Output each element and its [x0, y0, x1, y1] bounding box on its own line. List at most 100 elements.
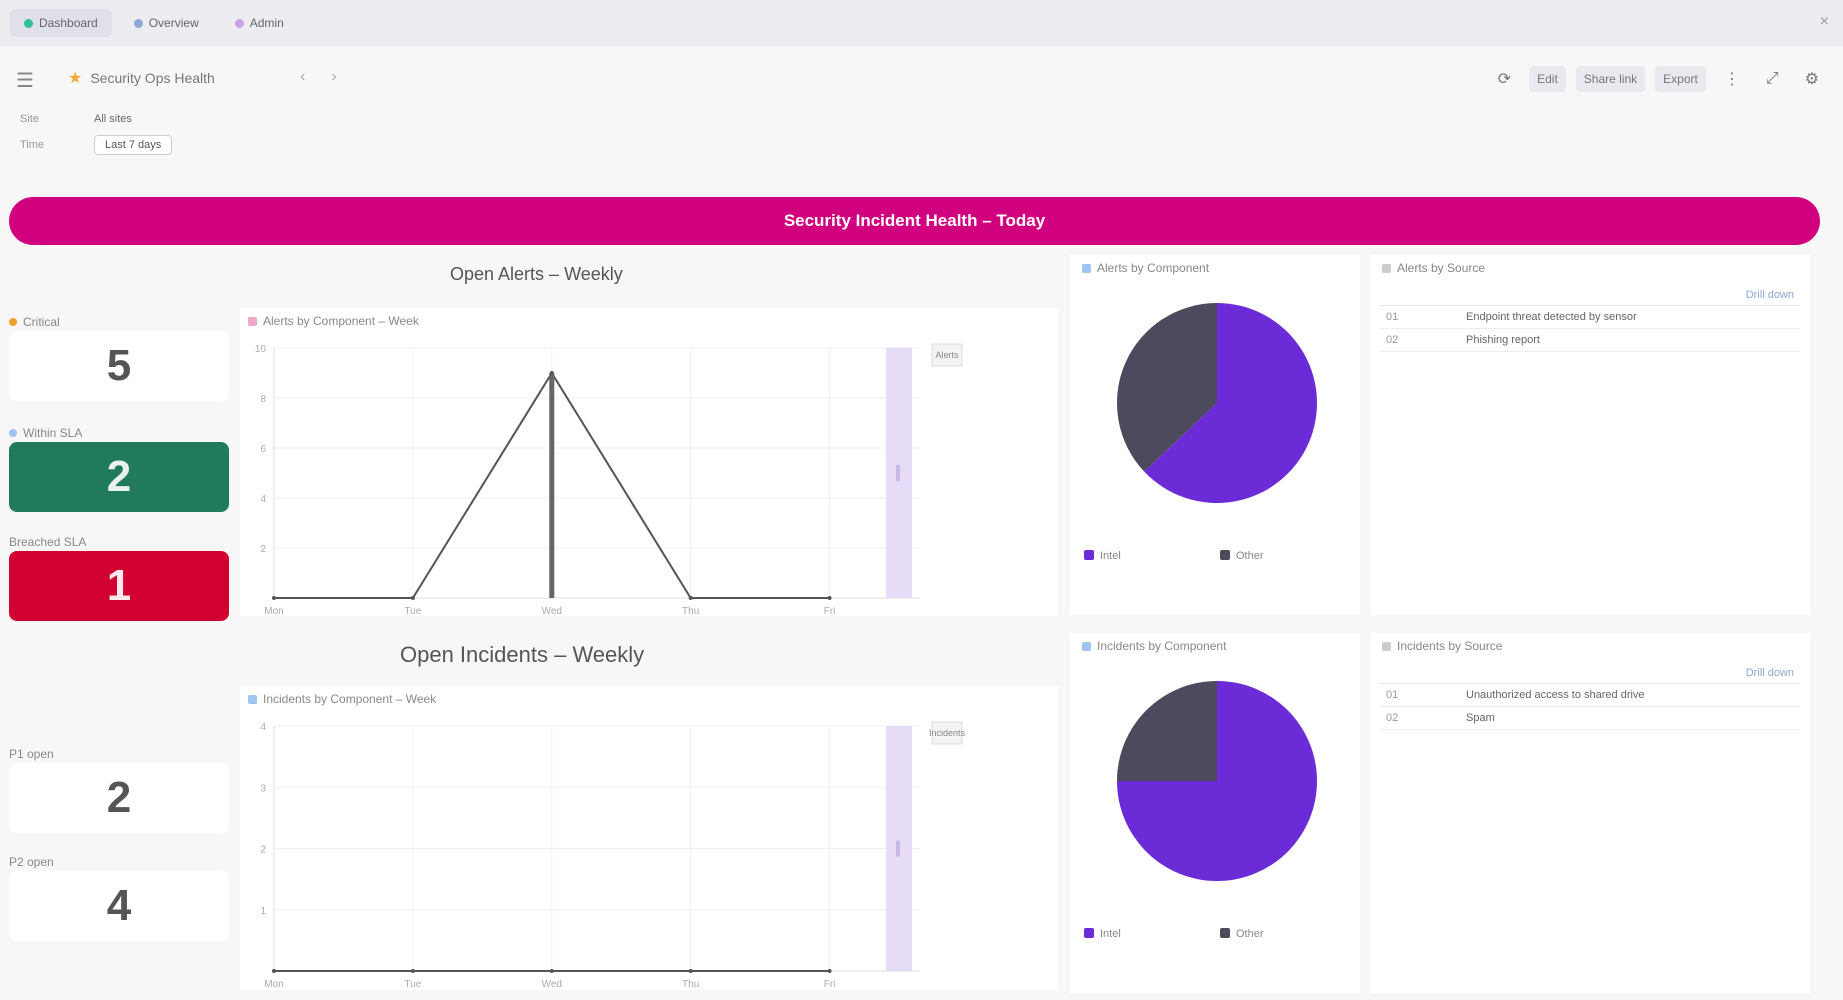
data-point	[549, 371, 554, 375]
x-tick-label: Wed	[542, 606, 562, 616]
y-tick-label: 4	[260, 722, 266, 733]
menu-icon[interactable]: ☰	[16, 68, 34, 93]
filter-bar: Site All sites Time Last 7 days	[20, 106, 173, 158]
dashboard-toolbar: ☰ ★ Security Ops Health ‹ › Site All sit…	[0, 46, 1843, 196]
table-row[interactable]: 01 Endpoint threat detected by sensor	[1380, 306, 1800, 329]
stat-label: P2 open	[9, 853, 229, 871]
source-table-incidents: Drill down 01 Unauthorized access to shar…	[1380, 663, 1800, 730]
y-tick-label: 2	[260, 845, 266, 856]
table-header: Drill down	[1380, 663, 1800, 684]
data-point	[549, 969, 554, 973]
pie-chart-alerts: Intel Other	[1084, 303, 1317, 562]
line-chart-panel-alerts: Alerts by Component – Week 10 8 6 4 2 Mon Tue W…	[240, 308, 1058, 617]
y-tick-label: 3	[260, 783, 266, 794]
browser-tab-label: Overview	[148, 16, 199, 30]
tab-favicon-icon	[234, 18, 244, 28]
data-point	[688, 969, 693, 973]
table-row[interactable]: 02 Phishing report	[1380, 329, 1800, 352]
stat-card-within-sla: Within SLA 2	[9, 424, 229, 512]
dashboard-banner: Security Incident Health – Today	[9, 197, 1820, 245]
row-id: 02	[1386, 712, 1399, 724]
stat-label: Breached SLA	[9, 533, 229, 551]
row-name: Phishing report	[1466, 334, 1540, 346]
chart-title: Alerts by Component – Week	[248, 314, 419, 328]
share-button[interactable]: Share link	[1575, 66, 1646, 92]
table-row[interactable]: 02 Spam	[1380, 707, 1800, 730]
table-panel-incidents: Incidents by Source Drill down 01 Unautho…	[1370, 633, 1810, 993]
drill-down-link[interactable]: Drill down	[1746, 667, 1794, 679]
stat-label: P1 open	[9, 745, 229, 763]
table-marker-icon	[1382, 263, 1391, 273]
browser-tab-dashboard[interactable]: Dashboard	[10, 9, 112, 37]
line-chart-panel-incidents: Incidents by Component – Week 4 3 2 1 Mon Tue…	[240, 686, 1058, 990]
x-tick-label: Tue	[404, 606, 421, 616]
chart-title: Alerts by Component	[1082, 261, 1209, 275]
chart-title-text: Incidents by Component	[1097, 639, 1227, 653]
x-tick-label: Mon	[264, 606, 283, 616]
filter-site-value[interactable]: All sites	[94, 113, 132, 125]
y-tick-label: 10	[255, 344, 267, 355]
fullscreen-icon[interactable]: ⤢	[1758, 66, 1787, 92]
back-icon[interactable]: ‹	[300, 68, 305, 86]
browser-tab-admin[interactable]: Admin	[221, 9, 298, 37]
x-tick-label: Fri	[824, 606, 836, 616]
stat-value: 2	[9, 763, 229, 833]
x-tick-label: Wed	[542, 979, 562, 990]
edit-button[interactable]: Edit	[1529, 66, 1566, 92]
dashboard-title: ★ Security Ops Health	[68, 68, 215, 88]
stat-value: 1	[9, 551, 229, 621]
export-button[interactable]: Export	[1655, 66, 1706, 92]
table-title: Alerts by Source	[1382, 261, 1485, 275]
y-tick-label: 2	[260, 544, 266, 555]
stat-card-p2: P2 open 4	[9, 853, 229, 941]
settings-icon[interactable]: ⚙	[1797, 66, 1827, 92]
y-tick-label: 6	[260, 444, 266, 455]
star-icon[interactable]: ★	[68, 68, 82, 88]
data-point	[827, 596, 832, 600]
row-name: Endpoint threat detected by sensor	[1466, 311, 1637, 323]
nav-arrows: ‹ ›	[300, 68, 337, 86]
stat-value: 5	[9, 331, 229, 401]
tab-favicon-icon	[133, 18, 143, 28]
status-dot-icon	[9, 318, 17, 326]
forward-icon[interactable]: ›	[331, 68, 336, 86]
filter-time-select[interactable]: Last 7 days	[94, 135, 173, 155]
stat-label-text: Within SLA	[23, 426, 83, 440]
data-point	[410, 969, 415, 973]
more-icon[interactable]: ⋮	[1716, 66, 1748, 92]
chart-marker-icon	[1082, 263, 1091, 273]
line-chart-incidents: 4 3 2 1 Mon Tue Wed Thu Fri Incidents	[260, 721, 966, 990]
x-tick-label: Mon	[264, 979, 283, 990]
close-icon[interactable]: ×	[1820, 13, 1829, 31]
table-title: Incidents by Source	[1382, 639, 1502, 653]
table-title-text: Incidents by Source	[1397, 639, 1503, 653]
chart-title-text: Incidents by Component – Week	[263, 692, 437, 706]
filter-label: Site	[20, 113, 39, 125]
table-title-text: Alerts by Source	[1397, 261, 1486, 275]
drill-down-link[interactable]: Drill down	[1746, 289, 1794, 301]
filter-site: Site All sites	[20, 106, 172, 132]
row-id: 02	[1386, 334, 1399, 346]
table-row[interactable]: 01 Unauthorized access to shared drive	[1380, 684, 1800, 707]
legend-label: Incidents	[929, 728, 966, 738]
y-tick-label: 1	[260, 906, 266, 917]
browser-tab-strip: Dashboard Overview Admin ×	[0, 0, 1843, 46]
stat-card-breached-sla: Breached SLA 1	[9, 533, 229, 621]
legend-swatch	[1220, 550, 1230, 560]
legend-swatch	[1220, 928, 1230, 938]
stat-card-p1: P1 open 2	[9, 745, 229, 833]
chart-title: Incidents by Component	[1082, 639, 1226, 653]
chart-title-text: Alerts by Component – Week	[263, 314, 419, 328]
browser-tab-overview[interactable]: Overview	[120, 9, 213, 37]
legend-swatch	[1084, 928, 1094, 938]
legend-label: Other	[1236, 550, 1264, 562]
refresh-button[interactable]: ⟳	[1490, 66, 1519, 92]
filter-label: Time	[20, 139, 45, 151]
pie-slice	[1117, 681, 1217, 781]
pie-panel-alerts: Alerts by Component Intel Other	[1070, 255, 1360, 615]
chart-marker-icon	[248, 694, 257, 704]
chart-marker-icon	[248, 316, 257, 326]
row-id: 01	[1386, 311, 1399, 323]
data-point	[272, 596, 276, 600]
chart-title: Incidents by Component – Week	[248, 692, 436, 706]
